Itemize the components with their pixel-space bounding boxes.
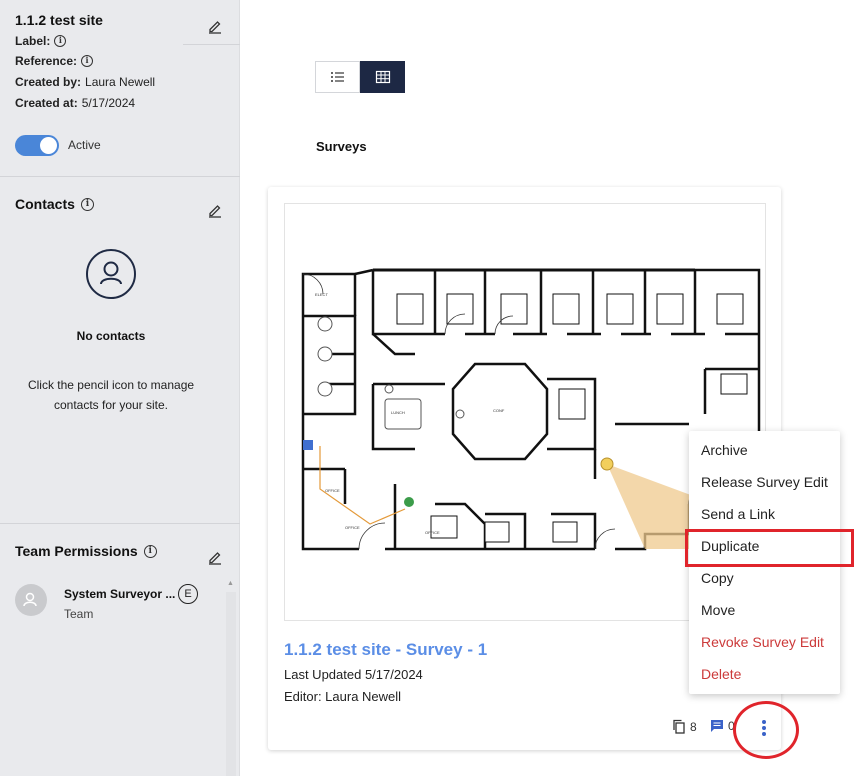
surveys-heading: Surveys	[316, 139, 367, 154]
scroll-up-arrow[interactable]: ▲	[227, 580, 234, 587]
list-view-button[interactable]	[315, 61, 360, 93]
view-mode-toggle	[315, 61, 406, 93]
site-title: 1.1.2 test site	[15, 12, 103, 28]
svg-text:ELECT: ELECT	[315, 292, 328, 297]
copies-count: 8	[690, 719, 697, 734]
created-at-key: Created at:	[15, 96, 78, 110]
team-member-badge: E	[178, 584, 198, 604]
edit-team-button[interactable]	[205, 547, 225, 567]
survey-title-link[interactable]: 1.1.2 test site - Survey - 1	[284, 640, 487, 660]
grid-view-button[interactable]	[360, 61, 405, 93]
team-heading: Team Permissions i	[15, 543, 157, 559]
created-by-key: Created by:	[15, 75, 82, 89]
menu-item-move[interactable]: Move	[689, 594, 840, 626]
created-at-value: 5/17/2024	[81, 96, 136, 110]
team-member-row[interactable]: System Surveyor ... E Team	[15, 584, 225, 624]
survey-last-updated: Last Updated 5/17/2024	[284, 667, 423, 682]
pencil-icon	[209, 205, 221, 218]
svg-text:OFFICE: OFFICE	[425, 530, 440, 535]
no-contacts-title: No contacts	[76, 329, 146, 343]
contacts-help-text: Click the pencil icon to manage contacts…	[27, 378, 195, 412]
created-by-row: Created by: Laura Newell	[15, 75, 155, 89]
person-icon	[86, 249, 136, 299]
created-at-row: Created at: 5/17/2024	[15, 96, 135, 110]
survey-context-menu: Archive Release Survey Edit Send a Link …	[689, 431, 840, 694]
menu-item-archive[interactable]: Archive	[689, 434, 840, 466]
team-avatar-icon	[15, 584, 47, 616]
active-toggle-label: Active	[68, 138, 101, 152]
divider	[183, 44, 240, 45]
contacts-heading-text: Contacts	[15, 196, 75, 212]
comments-stat[interactable]: 0	[710, 719, 735, 733]
comments-count: 0	[728, 719, 735, 733]
comment-icon	[711, 720, 723, 732]
reference-row: Reference: i	[15, 54, 94, 68]
svg-text:OFFICE: OFFICE	[345, 525, 360, 530]
label-row: Label: i	[15, 34, 67, 48]
menu-item-delete[interactable]: Delete	[689, 658, 840, 690]
info-icon[interactable]: i	[81, 55, 94, 67]
menu-item-release-survey-edit[interactable]: Release Survey Edit	[689, 466, 840, 498]
team-permissions-section: Team Permissions i System Surveyor ... E…	[0, 524, 240, 776]
created-by-value: Laura Newell	[85, 75, 156, 89]
copies-stat[interactable]: 8	[672, 719, 697, 734]
label-key: Label:	[15, 34, 51, 48]
menu-item-revoke-survey-edit[interactable]: Revoke Survey Edit	[689, 626, 840, 658]
pencil-icon	[209, 21, 221, 34]
contacts-section: Contacts i No contacts Click the pencil …	[0, 177, 240, 524]
edit-site-button[interactable]	[205, 16, 225, 36]
active-toggle[interactable]	[15, 135, 59, 156]
menu-item-copy[interactable]: Copy	[689, 562, 840, 594]
svg-text:LUNCH: LUNCH	[391, 410, 405, 415]
survey-editor: Editor: Laura Newell	[284, 689, 402, 704]
site-details-section: 1.1.2 test site Label: i Reference: i Cr…	[0, 0, 240, 177]
menu-item-duplicate[interactable]: Duplicate	[689, 530, 840, 562]
reference-key: Reference:	[15, 54, 78, 68]
toggle-knob	[40, 137, 57, 154]
info-icon[interactable]: i	[80, 197, 94, 211]
site-sidebar: 1.1.2 test site Label: i Reference: i Cr…	[0, 0, 240, 776]
pencil-icon	[209, 552, 221, 565]
team-member-name: System Surveyor ...	[64, 587, 176, 601]
svg-text:CONF: CONF	[493, 408, 505, 413]
info-icon[interactable]: i	[143, 544, 157, 558]
team-member-role: Team	[64, 607, 94, 621]
more-vertical-icon[interactable]	[755, 717, 773, 739]
grid-icon	[375, 70, 391, 84]
list-icon	[331, 72, 344, 82]
scrollbar-track[interactable]	[226, 592, 236, 776]
edit-contacts-button[interactable]	[205, 200, 225, 220]
info-icon[interactable]: i	[54, 35, 67, 47]
team-heading-text: Team Permissions	[15, 543, 138, 559]
svg-text:OFFICE: OFFICE	[325, 488, 340, 493]
copy-icon	[673, 719, 685, 734]
menu-item-send-a-link[interactable]: Send a Link	[689, 498, 840, 530]
contacts-heading: Contacts i	[15, 196, 94, 212]
